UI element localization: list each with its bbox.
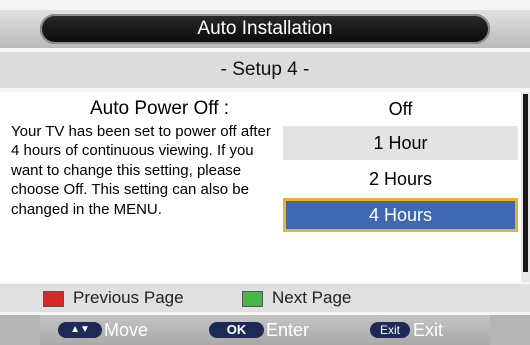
- option-off[interactable]: Off: [283, 92, 518, 126]
- red-key-icon: [43, 291, 64, 307]
- move-label: Move: [104, 320, 149, 340]
- right-edge-decor: [490, 315, 530, 345]
- left-edge-decor: [0, 315, 40, 345]
- setting-name: Auto Power Off :: [90, 98, 230, 119]
- option-1-hour[interactable]: 1 Hour: [283, 126, 518, 160]
- enter-label: Enter: [266, 320, 310, 340]
- ok-key-icon: OK: [209, 322, 264, 338]
- setup-step-title: - Setup 4 -: [0, 52, 530, 88]
- settings-panel: Auto Power Off : Your TV has been set to…: [0, 92, 530, 282]
- arrow-keys-icon: ▲▼: [58, 322, 102, 338]
- option-4-hours[interactable]: 4 Hours: [283, 198, 518, 232]
- option-2-hours[interactable]: 2 Hours: [283, 162, 518, 196]
- exit-label: Exit: [413, 320, 444, 340]
- previous-page-label[interactable]: Previous Page: [73, 284, 184, 312]
- green-key-icon: [242, 291, 263, 307]
- control-legend: ▲▼ Move OK Enter Exit Exit: [0, 315, 530, 345]
- next-page-label[interactable]: Next Page: [272, 284, 351, 312]
- scrollbar[interactable]: [521, 92, 530, 282]
- scrollbar-thumb[interactable]: [523, 94, 528, 272]
- setting-description: Your TV has been set to power off after …: [11, 123, 271, 218]
- page-hints: Previous Page Next Page: [0, 284, 530, 312]
- title-bar: Auto Installation: [0, 10, 530, 48]
- top-strip: [0, 0, 530, 10]
- window-title: Auto Installation: [40, 14, 490, 44]
- exit-key-icon: Exit: [370, 322, 410, 338]
